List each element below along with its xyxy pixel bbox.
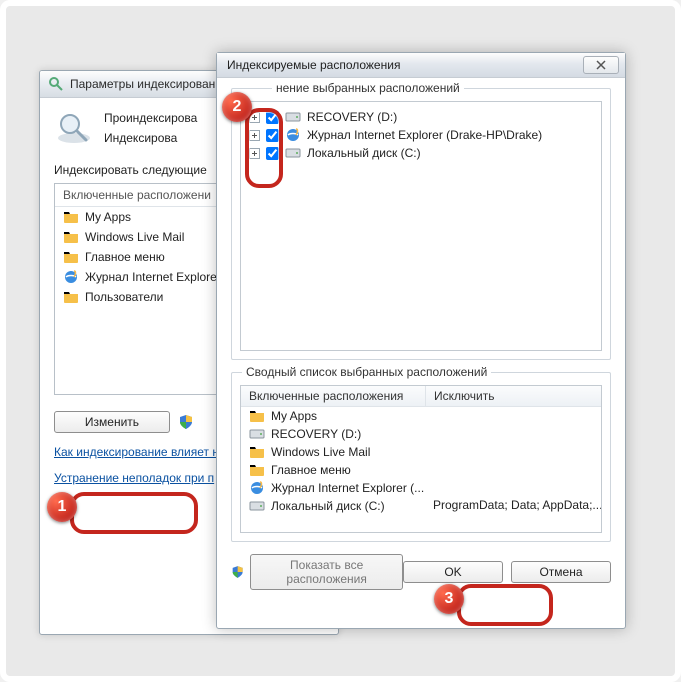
indexed-locations-window: Индексируемые расположения нение выбранн…	[216, 52, 626, 629]
indexing-options-title: Параметры индексирования	[70, 77, 228, 91]
summary-group: Сводный список выбранных расположений Вк…	[231, 372, 611, 542]
summary-row[interactable]: Журнал Internet Explorer (...	[241, 479, 601, 497]
summary-row-label: RECOVERY (D:)	[271, 427, 361, 441]
tree-item[interactable]: Локальный диск (C:)	[245, 144, 597, 162]
tree-item-label: RECOVERY (D:)	[307, 110, 397, 124]
summary-row[interactable]: Локальный диск (C:) ProgramData; Data; A…	[241, 497, 601, 515]
summary-row[interactable]: Главное меню	[241, 461, 601, 479]
folder-icon	[249, 408, 265, 424]
cancel-button[interactable]: Отмена	[511, 561, 611, 583]
summary-row-exclude	[425, 462, 601, 478]
tree-item-checkbox[interactable]	[266, 111, 279, 124]
summary-row[interactable]: My Apps	[241, 407, 601, 425]
close-button[interactable]	[583, 56, 619, 74]
drive-icon	[249, 498, 265, 514]
summary-row[interactable]: Windows Live Mail	[241, 443, 601, 461]
drive-icon	[285, 145, 301, 161]
list-item-label: Пользователи	[85, 290, 163, 304]
index-status-line1: Проиндексирова	[104, 108, 197, 128]
list-item-label: Главное меню	[85, 250, 165, 264]
folder-icon	[63, 249, 79, 265]
magnifier-icon	[54, 108, 94, 148]
window-icon	[48, 76, 64, 92]
tree-item[interactable]: Журнал Internet Explorer (Drake-HP\Drake…	[245, 126, 597, 144]
summary-row-label: My Apps	[271, 409, 317, 423]
summary-list[interactable]: Включенные расположения Исключить My App…	[240, 385, 602, 533]
list-item-label: Windows Live Mail	[85, 230, 184, 244]
folder-icon	[63, 209, 79, 225]
folder-icon	[249, 462, 265, 478]
expand-icon[interactable]	[249, 130, 260, 141]
summary-row-exclude	[425, 426, 601, 442]
tree-item-checkbox[interactable]	[266, 129, 279, 142]
tree-item-label: Локальный диск (C:)	[307, 146, 421, 160]
folder-icon	[249, 444, 265, 460]
uac-shield-icon	[178, 414, 194, 430]
summary-col-exclude: Исключить	[426, 386, 502, 406]
ie-icon	[63, 269, 79, 285]
drive-icon	[285, 109, 301, 125]
summary-row-exclude	[425, 408, 601, 424]
summary-row-exclude: ProgramData; Data; AppData;...	[425, 498, 601, 514]
summary-legend: Сводный список выбранных расположений	[242, 365, 491, 379]
ok-button[interactable]: OK	[403, 561, 503, 583]
locations-tree[interactable]: RECOVERY (D:) Журнал Internet Explorer (…	[240, 101, 602, 351]
folder-icon	[63, 289, 79, 305]
summary-col-included: Включенные расположения	[241, 386, 426, 406]
tree-item-checkbox[interactable]	[266, 147, 279, 160]
expand-icon[interactable]	[249, 112, 260, 123]
tree-item[interactable]: RECOVERY (D:)	[245, 108, 597, 126]
list-item-label: My Apps	[85, 210, 131, 224]
summary-row-label: Главное меню	[271, 463, 351, 477]
close-icon	[596, 60, 606, 70]
ie-icon	[249, 480, 265, 496]
ie-icon	[285, 127, 301, 143]
summary-row-label: Журнал Internet Explorer (...	[271, 481, 424, 495]
summary-row[interactable]: RECOVERY (D:)	[241, 425, 601, 443]
indexed-locations-title: Индексируемые расположения	[227, 58, 400, 72]
modify-button[interactable]: Изменить	[54, 411, 170, 433]
tree-item-label: Журнал Internet Explorer (Drake-HP\Drake…	[307, 128, 542, 142]
folder-icon	[63, 229, 79, 245]
summary-row-exclude	[425, 480, 601, 496]
uac-shield-icon	[231, 564, 244, 580]
show-all-locations-button[interactable]: Показать все расположения	[250, 554, 403, 590]
change-selected-locations-legend: нение выбранных расположений	[272, 81, 464, 95]
summary-row-label: Локальный диск (C:)	[271, 499, 385, 513]
summary-row-exclude	[425, 444, 601, 460]
summary-row-label: Windows Live Mail	[271, 445, 370, 459]
change-selected-locations-group: нение выбранных расположений RECOVERY (D…	[231, 88, 611, 360]
drive-icon	[249, 426, 265, 442]
index-status-line2: Индексирова	[104, 128, 197, 148]
expand-icon[interactable]	[249, 148, 260, 159]
list-item-label: Журнал Internet Explore	[85, 270, 217, 284]
indexed-locations-titlebar: Индексируемые расположения	[217, 53, 625, 78]
